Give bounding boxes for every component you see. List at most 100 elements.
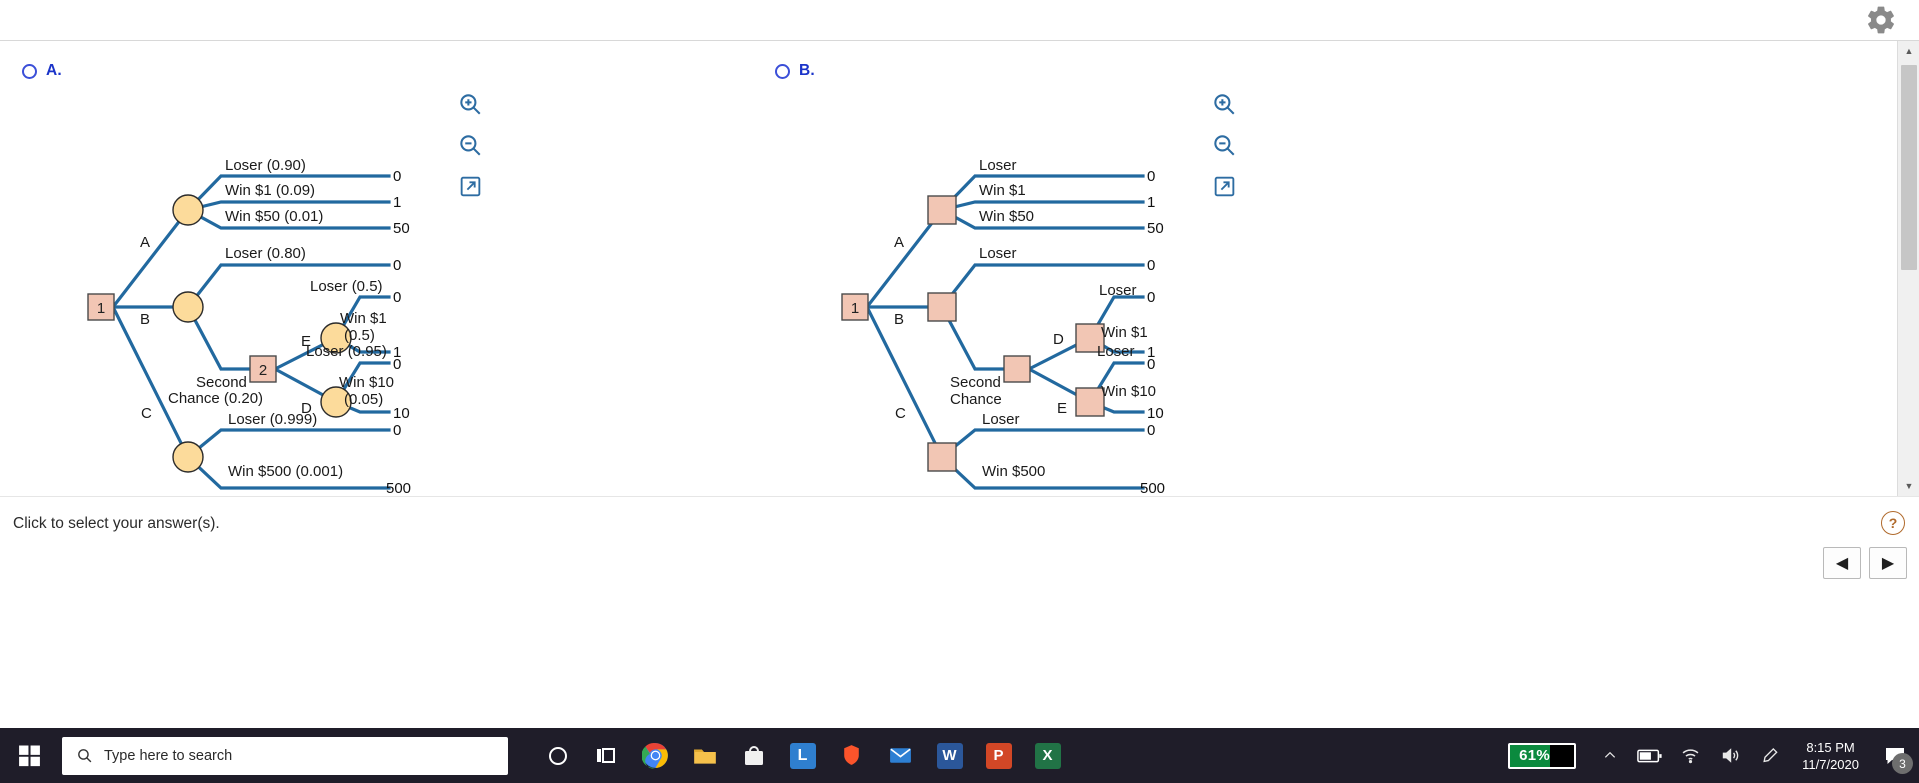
option-b[interactable]: B. — [775, 62, 815, 80]
tree-b-branch-c: C — [895, 405, 906, 422]
search-input[interactable]: Type here to search — [62, 736, 508, 775]
volume-icon[interactable] — [1710, 728, 1750, 783]
previous-button[interactable]: ◀ — [1823, 547, 1861, 579]
option-a-label: A. — [46, 62, 62, 79]
tree-b-node-square — [927, 195, 957, 225]
chance-node-b — [172, 291, 204, 323]
tree-a-edge-label: Win $50 (0.01) — [225, 208, 323, 225]
tree-b-node-square — [1075, 387, 1105, 417]
tree-b-branch-a: A — [894, 234, 904, 251]
scroll-down-arrow-icon[interactable]: ▼ — [1898, 476, 1919, 496]
tree-a-edge-label: Win $1 (0.09) — [225, 182, 315, 199]
chance-node-c — [172, 441, 204, 473]
word-icon[interactable]: W — [927, 728, 972, 783]
tree-b-payoff: 0 — [1147, 289, 1155, 306]
tree-b-payoff: 500 — [1140, 480, 1165, 496]
tree-b-edge-label: Second — [950, 374, 1001, 391]
vertical-scrollbar[interactable]: ▲ ▼ — [1897, 41, 1919, 496]
tree-a-edge-label: Loser (0.95) — [306, 343, 387, 360]
notifications-icon[interactable]: 3 — [1871, 728, 1919, 783]
tree-b-payoff: 0 — [1147, 422, 1155, 439]
battery-icon[interactable] — [1630, 728, 1670, 783]
scroll-up-arrow-icon[interactable]: ▲ — [1898, 41, 1919, 61]
tree-b-payoff: 0 — [1147, 168, 1155, 185]
tree-a-node-1: 1 — [97, 300, 105, 317]
tree-a-payoff: 500 — [386, 480, 411, 496]
tree-a-payoff: 1 — [393, 194, 401, 211]
gear-icon[interactable] — [1865, 4, 1897, 36]
tree-b-node-square — [1003, 355, 1031, 383]
tree-b-node-square — [927, 292, 957, 322]
tree-b-edge-label: Win $1 — [1101, 324, 1148, 341]
tree-b-edge-label: Win $1 — [979, 182, 1026, 199]
chance-node-a — [172, 194, 204, 226]
tree-a-edge-label: (0.05) — [344, 391, 383, 408]
tree-a-edge-label: Loser (0.90) — [225, 157, 306, 174]
taskbar-app-icons: L W P X — [535, 728, 1070, 783]
tree-a-edge-label: Second — [196, 374, 247, 391]
battery-percent-text: 61% — [1519, 747, 1551, 764]
tree-b-payoff: 50 — [1147, 220, 1164, 237]
tree-a-edge-label: (0.5) — [344, 327, 375, 344]
mail-icon[interactable] — [878, 728, 923, 783]
tree-a-payoff: 50 — [393, 220, 410, 237]
tree-b-branch-e: E — [1057, 400, 1067, 417]
tree-b-edge-label: Win $10 — [1101, 383, 1156, 400]
cortana-icon[interactable] — [535, 728, 580, 783]
notification-count-badge: 3 — [1892, 753, 1913, 774]
windows-taskbar: Type here to search L W P X 61% 8:15 PM … — [0, 728, 1919, 783]
screen: A. B. 1 2 A B C D E Loser (0.90) Win $1 … — [0, 0, 1919, 783]
tree-a-branch-c: C — [141, 405, 152, 422]
excel-icon[interactable]: X — [1025, 728, 1070, 783]
brave-icon[interactable] — [829, 728, 874, 783]
task-view-icon[interactable] — [584, 728, 629, 783]
tree-b-edge-label: Win $50 — [979, 208, 1034, 225]
powerpoint-icon[interactable]: P — [976, 728, 1021, 783]
chrome-icon[interactable] — [633, 728, 678, 783]
file-explorer-icon[interactable] — [682, 728, 727, 783]
tree-b-branch-b: B — [894, 311, 904, 328]
tree-a-edge-label: Loser (0.999) — [228, 411, 317, 428]
tree-b-payoff: 10 — [1147, 405, 1164, 422]
radio-button-a[interactable] — [22, 63, 37, 79]
search-placeholder-text: Type here to search — [104, 747, 233, 764]
clock-time: 8:15 PM — [1806, 739, 1855, 755]
tree-a-node-2: 2 — [259, 362, 267, 379]
tree-b-payoff: 0 — [1147, 257, 1155, 274]
clock-date: 11/7/2020 — [1802, 756, 1859, 772]
answer-hint: Click to select your answer(s). — [13, 515, 220, 532]
tree-b-edge-label: Win $500 — [982, 463, 1045, 480]
tree-a-edge-label: Loser (0.80) — [225, 245, 306, 262]
option-a[interactable]: A. — [22, 62, 62, 80]
tree-b-edge-label: Chance — [950, 391, 1002, 408]
tree-b-edge-label: Loser — [982, 411, 1020, 428]
wifi-icon[interactable] — [1670, 728, 1710, 783]
tree-a-edge-label: Win $10 — [339, 374, 394, 391]
next-button[interactable]: ▶ — [1869, 547, 1907, 579]
tree-b-payoff: 1 — [1147, 194, 1155, 211]
start-button-icon[interactable] — [0, 728, 58, 783]
tree-a-payoff: 0 — [393, 257, 401, 274]
search-icon — [78, 749, 92, 763]
tree-a-edge-label: Loser (0.5) — [310, 278, 383, 295]
battery-percent-badge[interactable]: 61% — [1508, 742, 1577, 769]
tree-b-edge-label: Loser — [1099, 282, 1137, 299]
help-button[interactable]: ? — [1881, 511, 1905, 535]
tree-a-edge-label: Win $500 (0.001) — [228, 463, 343, 480]
microsoft-store-icon[interactable] — [731, 728, 776, 783]
lastpass-icon[interactable]: L — [780, 728, 825, 783]
tree-b-node-square — [927, 442, 957, 472]
tree-a-edge-label: Win $1 — [340, 310, 387, 327]
tree-b-branch-d: D — [1053, 331, 1064, 348]
radio-button-b[interactable] — [775, 63, 790, 79]
pen-icon[interactable] — [1750, 728, 1790, 783]
navigation-buttons: ◀ ▶ — [1823, 547, 1907, 579]
clock[interactable]: 8:15 PM 11/7/2020 — [1790, 739, 1871, 773]
decision-tree-a[interactable]: 1 2 A B C D E Loser (0.90) Win $1 (0.09) — [0, 82, 460, 496]
decision-tree-b[interactable]: 1 A B C D E Loser Win $1 Win $50 Loser S… — [754, 82, 1214, 496]
question-content: A. B. 1 2 A B C D E Loser (0.90) Win $1 … — [0, 41, 1897, 496]
show-hidden-icons-chevron-up-icon[interactable] — [1590, 728, 1630, 783]
scrollbar-thumb[interactable] — [1901, 65, 1917, 270]
tree-b-edge-label: Loser — [1097, 343, 1135, 360]
tree-a-branch-a: A — [140, 234, 150, 251]
